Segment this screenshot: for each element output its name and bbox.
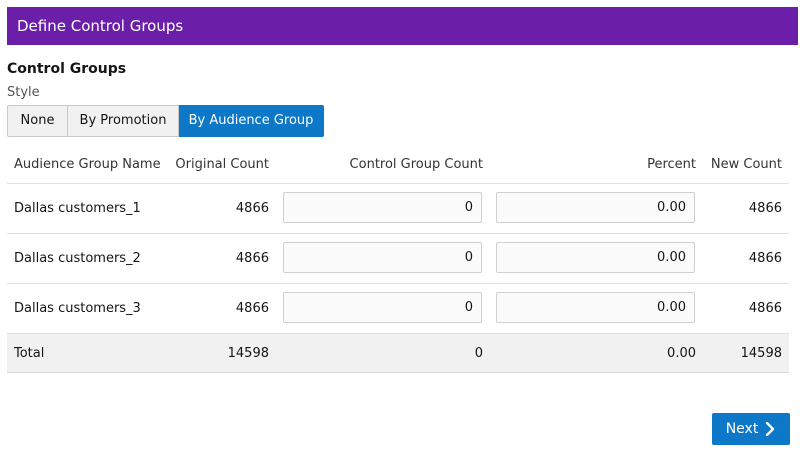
- control-groups-table: Audience Group Name Original Count Contr…: [7, 146, 789, 373]
- audience-group-name: Dallas customers_3: [14, 301, 141, 316]
- total-percent: 0.00: [667, 345, 696, 361]
- style-label: Style: [7, 85, 40, 100]
- chevron-right-icon: [764, 422, 776, 436]
- new-count: 4866: [748, 251, 782, 266]
- section-title: Control Groups: [7, 61, 127, 77]
- style-option-by-audience-group[interactable]: By Audience Group: [179, 105, 324, 137]
- original-count: 4866: [235, 251, 269, 266]
- table-row: Dallas customers_2 4866 4866: [7, 234, 789, 284]
- new-count: 4866: [748, 301, 782, 316]
- percent-input[interactable]: [496, 292, 695, 323]
- control-group-count-input[interactable]: [283, 242, 482, 273]
- percent-input[interactable]: [496, 242, 695, 273]
- original-count: 4866: [235, 301, 269, 316]
- page-header: Define Control Groups: [7, 7, 798, 45]
- total-new-count: 14598: [740, 345, 782, 361]
- table-row: Dallas customers_3 4866 4866: [7, 284, 789, 334]
- audience-group-name: Dallas customers_2: [14, 251, 141, 266]
- next-button[interactable]: Next: [712, 413, 790, 445]
- style-option-by-promotion[interactable]: By Promotion: [68, 105, 179, 137]
- page-title: Define Control Groups: [17, 17, 184, 35]
- column-header-original-count: Original Count: [175, 157, 269, 172]
- total-original-count: 14598: [227, 345, 269, 361]
- column-header-audience-group-name: Audience Group Name: [14, 157, 161, 172]
- new-count: 4866: [748, 201, 782, 216]
- table-total-row: Total 14598 0 0.00 14598: [7, 334, 789, 373]
- column-header-control-group-count: Control Group Count: [349, 157, 483, 172]
- next-button-label: Next: [725, 421, 759, 437]
- table-header-row: Audience Group Name Original Count Contr…: [7, 146, 789, 184]
- column-header-percent: Percent: [647, 157, 696, 172]
- percent-input[interactable]: [496, 192, 695, 223]
- style-selector: None By Promotion By Audience Group: [7, 105, 324, 137]
- total-label: Total: [14, 345, 45, 361]
- control-group-count-input[interactable]: [283, 292, 482, 323]
- audience-group-name: Dallas customers_1: [14, 201, 141, 216]
- control-group-count-input[interactable]: [283, 192, 482, 223]
- original-count: 4866: [235, 201, 269, 216]
- style-option-none[interactable]: None: [7, 105, 68, 137]
- column-header-new-count: New Count: [710, 157, 782, 172]
- total-control-group-count: 0: [474, 345, 483, 361]
- table-row: Dallas customers_1 4866 4866: [7, 184, 789, 234]
